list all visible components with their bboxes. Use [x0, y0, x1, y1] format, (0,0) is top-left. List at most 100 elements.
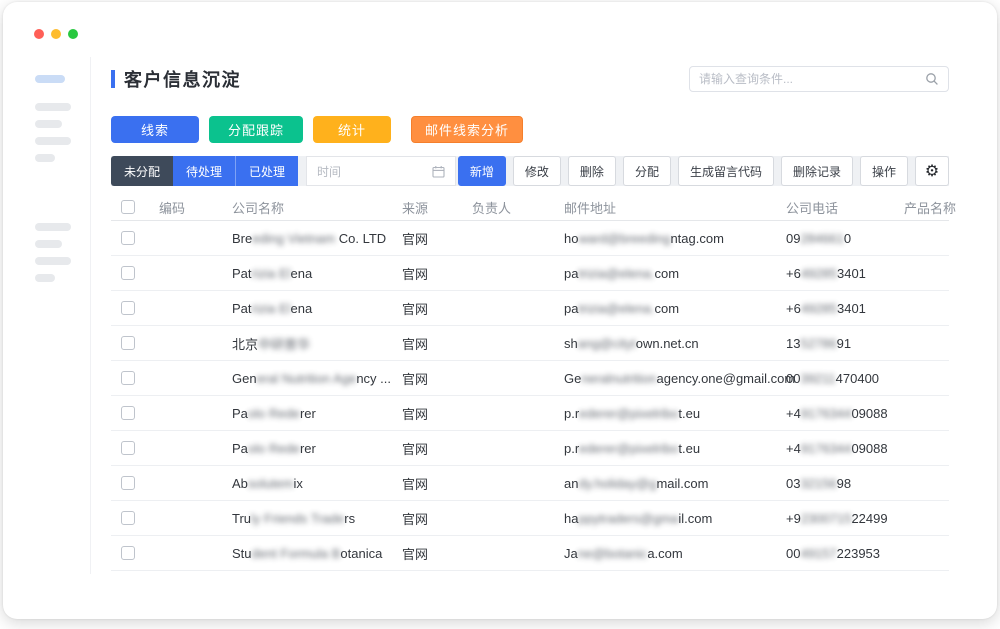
cell-phone: +4917634409088: [778, 406, 896, 421]
table-row: Student Formula Botanica 官网 Jane@botanic…: [111, 536, 949, 571]
company-visible-prefix: Stu: [232, 546, 252, 561]
cell-source: 官网: [394, 229, 464, 248]
table-row: Paolo Rederer 官网 p.rederer@pixelribot.eu…: [111, 431, 949, 466]
company-visible-suffix: rer: [300, 441, 316, 456]
cell-phone: +4917634409088: [778, 441, 896, 456]
add-button[interactable]: 新增: [458, 156, 506, 186]
row-checkbox[interactable]: [121, 546, 135, 560]
cell-company: Paolo Rederer: [224, 441, 394, 456]
email-visible-prefix: p.r: [564, 441, 579, 456]
email-blurred-text: ang@cityt: [578, 336, 636, 351]
sidebar-placeholder-item[interactable]: [35, 257, 71, 265]
company-visible-prefix: Pat: [232, 266, 252, 281]
nav-button-clues[interactable]: 线索: [111, 116, 199, 143]
company-visible-prefix: 北京: [232, 337, 258, 352]
generate-message-code-button[interactable]: 生成留言代码: [678, 156, 774, 186]
cell-company: 北京中研普华: [224, 334, 394, 353]
nav-button-mail-analysis[interactable]: 邮件线索分析: [411, 116, 523, 143]
calendar-icon: [432, 165, 445, 178]
sidebar-placeholder-active[interactable]: [35, 75, 65, 83]
cell-phone: +6492853401: [778, 301, 896, 316]
row-checkbox-cell: [111, 441, 151, 455]
row-checkbox[interactable]: [121, 441, 135, 455]
phone-blurred-text: 52786: [800, 336, 836, 351]
minimize-window-button[interactable]: [51, 29, 61, 39]
cell-company: Paolo Rederer: [224, 406, 394, 421]
column-header-source: 来源: [394, 198, 464, 217]
leads-table: 编码 公司名称 来源 负责人 邮件地址 公司电话 产品名称 Breeding V…: [111, 194, 949, 571]
table-row: Paolo Rederer 官网 p.rederer@pixelribot.eu…: [111, 396, 949, 431]
operation-button[interactable]: 操作: [860, 156, 908, 186]
phone-visible-prefix: 13: [786, 336, 800, 351]
table-row: 北京中研普华 官网 shang@citytown.net.cn 13527869…: [111, 326, 949, 361]
search-input[interactable]: [699, 72, 919, 86]
cell-source: 官网: [394, 264, 464, 283]
phone-blurred-text: 32156: [800, 476, 836, 491]
row-checkbox[interactable]: [121, 476, 135, 490]
cell-phone: +6492853401: [778, 266, 896, 281]
phone-visible-suffix: 22499: [851, 511, 887, 526]
row-checkbox[interactable]: [121, 301, 135, 315]
date-filter[interactable]: 时间: [306, 156, 456, 186]
close-window-button[interactable]: [34, 29, 44, 39]
edit-button[interactable]: 修改: [513, 156, 561, 186]
filter-tab-unassigned[interactable]: 未分配: [111, 156, 173, 186]
delete-record-button[interactable]: 删除记录: [781, 156, 853, 186]
email-visible-suffix: mail.com: [656, 476, 708, 491]
cell-company: Student Formula Botanica: [224, 546, 394, 561]
phone-visible-suffix: 09088: [851, 406, 887, 421]
title-accent-bar: [111, 70, 115, 88]
filter-toolbar: 未分配 待处理 已处理 时间 新增 修改 删除 分配: [111, 156, 949, 186]
table-row: General Nutrition Agency ... 官网 Generaln…: [111, 361, 949, 396]
sidebar-placeholder-item[interactable]: [35, 223, 71, 231]
company-visible-prefix: Ab: [232, 476, 248, 491]
row-checkbox[interactable]: [121, 511, 135, 525]
sidebar-placeholder-item[interactable]: [35, 120, 62, 128]
email-blurred-text: ne@botanic: [578, 546, 648, 561]
row-checkbox[interactable]: [121, 406, 135, 420]
cell-email: Jane@botanica.com: [556, 546, 778, 561]
column-header-product: 产品名称: [896, 198, 949, 217]
phone-blurred-text: 284661: [800, 231, 843, 246]
sidebar-placeholder-item[interactable]: [35, 240, 62, 248]
zoom-window-button[interactable]: [68, 29, 78, 39]
delete-button[interactable]: 删除: [568, 156, 616, 186]
settings-gear-button[interactable]: ⚙: [915, 156, 949, 186]
filter-tab-processed[interactable]: 已处理: [235, 156, 298, 186]
sidebar-placeholder-item[interactable]: [35, 137, 71, 145]
company-visible-prefix: Pa: [232, 441, 248, 456]
email-blurred-text: trizia@elena.: [578, 301, 654, 316]
cell-company: Breeding Vietnam Co. LTD: [224, 231, 394, 246]
cell-company: Absolutemix: [224, 476, 394, 491]
row-checkbox[interactable]: [121, 231, 135, 245]
nav-button-statistics[interactable]: 统计: [313, 116, 391, 143]
email-visible-suffix: ntag.com: [670, 231, 723, 246]
sidebar-placeholder-item[interactable]: [35, 274, 55, 282]
sidebar-placeholder-item[interactable]: [35, 154, 55, 162]
company-visible-suffix: rer: [300, 406, 316, 421]
assign-button[interactable]: 分配: [623, 156, 671, 186]
company-blurred-text: olo Rede: [248, 441, 300, 456]
select-all-checkbox[interactable]: [121, 200, 135, 214]
phone-visible-suffix: 0: [844, 231, 851, 246]
cell-source: 官网: [394, 404, 464, 423]
row-checkbox[interactable]: [121, 371, 135, 385]
title-wrap: 客户信息沉淀: [111, 66, 241, 92]
sidebar-placeholder-item[interactable]: [35, 103, 71, 111]
email-visible-suffix: com: [655, 266, 680, 281]
company-visible-prefix: Tru: [232, 511, 251, 526]
row-checkbox[interactable]: [121, 336, 135, 350]
search-icon[interactable]: [925, 72, 939, 86]
nav-button-assign-track[interactable]: 分配跟踪: [209, 116, 303, 143]
email-visible-suffix: agency.one@gmail.com: [657, 371, 796, 386]
phone-visible-prefix: 03: [786, 476, 800, 491]
table-row: Absolutemix 官网 andy.holiday@gmail.com 03…: [111, 466, 949, 501]
filter-tab-pending[interactable]: 待处理: [173, 156, 235, 186]
company-visible-prefix: Pat: [232, 301, 252, 316]
phone-blurred-text: 49285: [801, 301, 837, 316]
phone-blurred-text: 49157: [800, 546, 836, 561]
row-checkbox[interactable]: [121, 266, 135, 280]
company-visible-suffix: ena: [291, 266, 313, 281]
page-header: 客户信息沉淀: [111, 64, 949, 94]
email-visible-suffix: t.eu: [678, 441, 700, 456]
